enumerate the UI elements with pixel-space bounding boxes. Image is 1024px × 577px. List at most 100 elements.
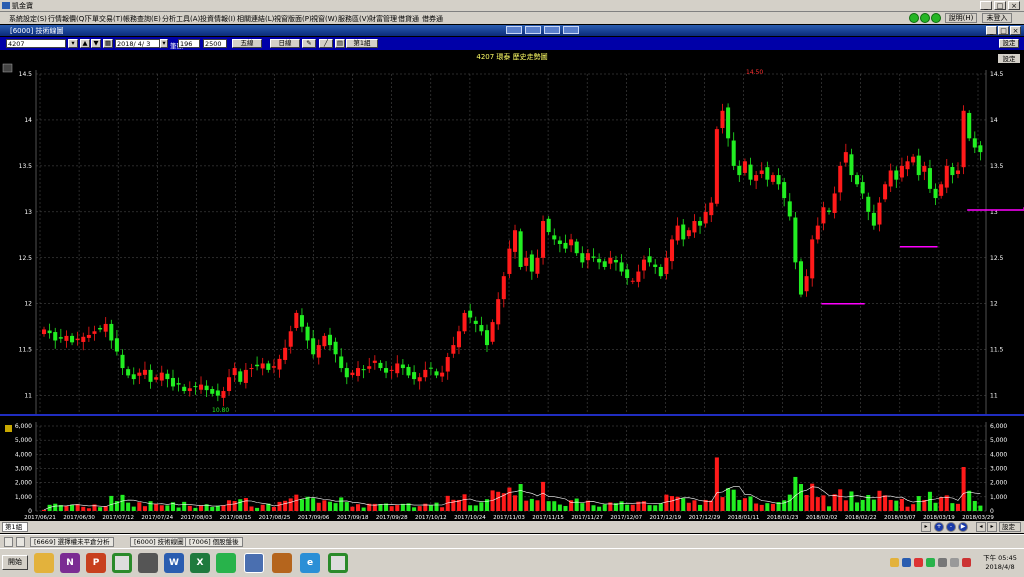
- chrome-icon[interactable]: [112, 553, 132, 573]
- menu-item-service[interactable]: 服務區(V): [338, 14, 369, 24]
- volume-bar: [81, 506, 86, 511]
- menu-item-lending[interactable]: 借券通: [422, 14, 443, 24]
- line-icon[interactable]: [216, 553, 236, 573]
- pen-icon[interactable]: ✎: [302, 39, 316, 48]
- tray-icon[interactable]: [890, 558, 899, 567]
- menu-item-analysis[interactable]: 分析工具(A): [162, 14, 200, 24]
- volume-bar: [557, 504, 562, 511]
- arrow-down-icon[interactable]: ▼: [91, 39, 101, 48]
- system-clock[interactable]: 下午 05:45 2018/4/8: [980, 554, 1020, 572]
- menu-item-info[interactable]: 投資情報(I): [200, 14, 236, 24]
- page-left-icon[interactable]: ◂: [976, 522, 986, 532]
- date-input[interactable]: 2018/ 4/ 3: [115, 39, 160, 48]
- notification-icon[interactable]: [962, 558, 971, 567]
- scroll-right-icon[interactable]: ▸: [921, 522, 931, 532]
- menu-item-loan[interactable]: 借貸通: [398, 14, 419, 24]
- zoom-out-icon[interactable]: -: [946, 522, 956, 532]
- tab-technical-chart[interactable]: [6000] 技術線圖: [130, 537, 188, 547]
- calendar-icon[interactable]: ▦: [103, 39, 113, 48]
- login-status-button[interactable]: 未登入: [982, 13, 1012, 23]
- volume-bar: [720, 497, 725, 511]
- toolbar-settings-button[interactable]: 設定: [999, 39, 1019, 48]
- frequency-select[interactable]: 日線: [270, 39, 300, 48]
- period-select[interactable]: 五線: [232, 39, 262, 48]
- window-minimize-button[interactable]: _: [986, 26, 997, 35]
- ie-icon[interactable]: e: [300, 553, 320, 573]
- volume-panel-toggle-icon[interactable]: [5, 425, 12, 432]
- start-button[interactable]: 開始: [2, 555, 28, 570]
- trading-app-icon[interactable]: [244, 553, 264, 573]
- candle-down: [361, 369, 366, 371]
- close-button[interactable]: ×: [1008, 1, 1020, 10]
- volume-bar: [821, 495, 826, 511]
- candle-down: [47, 330, 52, 334]
- tray-icon[interactable]: [914, 558, 923, 567]
- menu-item-quotes[interactable]: 行情報價(Q): [48, 14, 87, 24]
- chart-area[interactable]: 11 11 11.5 11.5 12 12 12.5 12.5 13 13 13.5 13.5 14 14…: [0, 50, 1024, 520]
- window-close-button[interactable]: ×: [1010, 26, 1021, 35]
- count-input[interactable]: 196: [178, 39, 200, 48]
- menu-item-system[interactable]: 系統設定(S): [9, 14, 47, 24]
- date-tick-label: 2017/09/28: [376, 515, 408, 520]
- window-link-icon[interactable]: [525, 26, 541, 34]
- tray-icon[interactable]: [902, 558, 911, 567]
- volume-bar: [546, 501, 551, 511]
- volume-bar: [255, 507, 260, 511]
- bottom-group-select[interactable]: 第1組: [2, 522, 28, 532]
- volume-bar: [417, 506, 422, 511]
- folder-icon[interactable]: [34, 553, 54, 573]
- network-icon[interactable]: [938, 558, 947, 567]
- window-restore-button[interactable]: □: [998, 26, 1009, 35]
- tab-checkbox-icon[interactable]: [4, 537, 13, 547]
- arrow-up-icon[interactable]: ▲: [80, 39, 90, 48]
- window-layout-icon[interactable]: [506, 26, 522, 34]
- chart-settings-button[interactable]: 設定: [1003, 54, 1017, 63]
- menu-item-wealth[interactable]: 財富管理: [369, 14, 397, 24]
- volume-bar: [513, 495, 518, 511]
- volume-bar: [389, 506, 394, 511]
- date-tick-label: 2017/11/03: [493, 515, 525, 520]
- chart-settings-icon[interactable]: [2, 63, 13, 73]
- help-button[interactable]: 說明(H): [945, 13, 977, 23]
- menu-item-account[interactable]: 帳務查詢(E): [123, 14, 161, 24]
- menu-item-layout[interactable]: 視窗版面(P): [274, 14, 312, 24]
- tray-icon[interactable]: [926, 558, 935, 567]
- symbol-input[interactable]: 4207: [6, 39, 66, 48]
- onenote-icon[interactable]: N: [60, 553, 80, 573]
- scroll-end-icon[interactable]: ▶: [958, 522, 968, 532]
- candle-up: [608, 257, 613, 264]
- window-export-icon[interactable]: [563, 26, 579, 34]
- stock-chart-svg[interactable]: 11 1111.5 11.512 1212.5 12.513 1313.5 13.514 14…: [0, 50, 1024, 520]
- word-icon[interactable]: W: [164, 553, 184, 573]
- volume-bar: [591, 505, 596, 511]
- maximize-button[interactable]: □: [994, 1, 1006, 10]
- volume-icon[interactable]: [950, 558, 959, 567]
- total-input[interactable]: 2500: [203, 39, 227, 48]
- excel-icon[interactable]: X: [190, 553, 210, 573]
- archive-icon[interactable]: [272, 553, 292, 573]
- symbol-dropdown-icon[interactable]: ▾: [68, 39, 78, 48]
- chrome-icon[interactable]: [328, 553, 348, 573]
- powerpoint-icon[interactable]: P: [86, 553, 106, 573]
- draw-line-icon[interactable]: ╱: [319, 39, 333, 48]
- candle-down: [518, 231, 523, 267]
- volume-bar: [804, 494, 809, 511]
- tab-checkbox-icon[interactable]: [16, 537, 25, 547]
- menu-item-trade[interactable]: 下單交易(T): [85, 14, 123, 24]
- volume-bar: [86, 508, 91, 511]
- media-icon[interactable]: [138, 553, 158, 573]
- group-select[interactable]: 第1組: [346, 39, 378, 48]
- candle-up: [260, 363, 265, 369]
- window-print-icon[interactable]: [544, 26, 560, 34]
- page-right-icon[interactable]: ▸: [987, 522, 997, 532]
- menu-item-links[interactable]: 相關連結(L): [237, 14, 274, 24]
- date-dropdown-icon[interactable]: ▾: [160, 39, 168, 48]
- volume-bar: [950, 503, 955, 511]
- tab-after-hours[interactable]: [7006] 個股盤後: [185, 537, 243, 547]
- minimize-button[interactable]: _: [980, 1, 992, 10]
- layout-icon[interactable]: ▤: [335, 39, 345, 48]
- zoom-in-icon[interactable]: +: [934, 522, 944, 532]
- bottom-settings-button[interactable]: 設定: [999, 522, 1021, 532]
- tab-options-analysis[interactable]: [6669] 選擇權未平倉分析: [30, 537, 114, 547]
- menu-item-window[interactable]: 視窗(W): [311, 14, 337, 24]
